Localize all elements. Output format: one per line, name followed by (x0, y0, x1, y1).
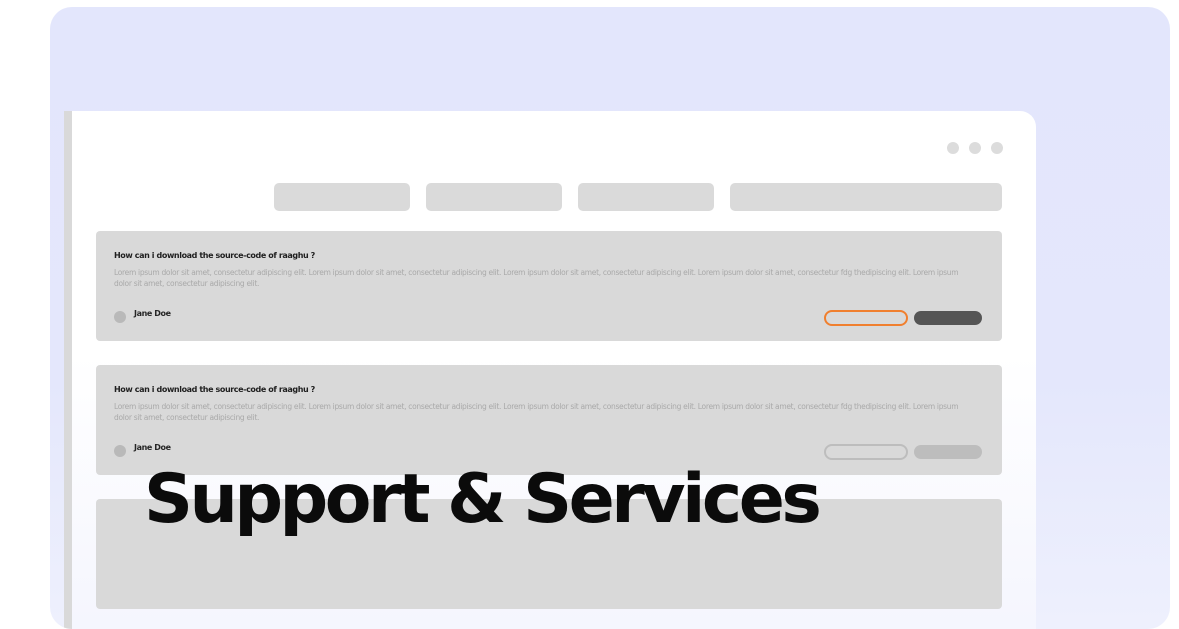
window-control-dot[interactable] (969, 142, 981, 154)
question-title[interactable]: How can i download the source-code of ra… (114, 251, 315, 260)
secondary-action-button[interactable] (824, 310, 908, 326)
author-name: Jane Doe (134, 309, 171, 318)
question-card[interactable]: How can i download the source-code of ra… (96, 231, 1002, 341)
author-name: Jane Doe (134, 443, 171, 452)
question-body: Lorem ipsum dolor sit amet, consectetur … (114, 268, 959, 288)
window-control-dot[interactable] (947, 142, 959, 154)
window-control-dot[interactable] (991, 142, 1003, 154)
secondary-action-button[interactable] (824, 444, 908, 460)
primary-action-button[interactable] (914, 445, 982, 459)
question-body: Lorem ipsum dolor sit amet, consectetur … (114, 402, 959, 422)
search-placeholder[interactable] (730, 183, 1002, 211)
tab-placeholder-1[interactable] (274, 183, 410, 211)
avatar (114, 445, 126, 457)
window-controls (947, 142, 1003, 154)
avatar (114, 311, 126, 323)
window-left-edge (64, 111, 72, 629)
primary-action-button[interactable] (914, 311, 982, 325)
tab-placeholder-3[interactable] (578, 183, 714, 211)
question-title[interactable]: How can i download the source-code of ra… (114, 385, 315, 394)
tab-placeholder-2[interactable] (426, 183, 562, 211)
browser-window-mockup: How can i download the source-code of ra… (64, 111, 1036, 629)
hero-headline: Support & Services (144, 460, 822, 539)
